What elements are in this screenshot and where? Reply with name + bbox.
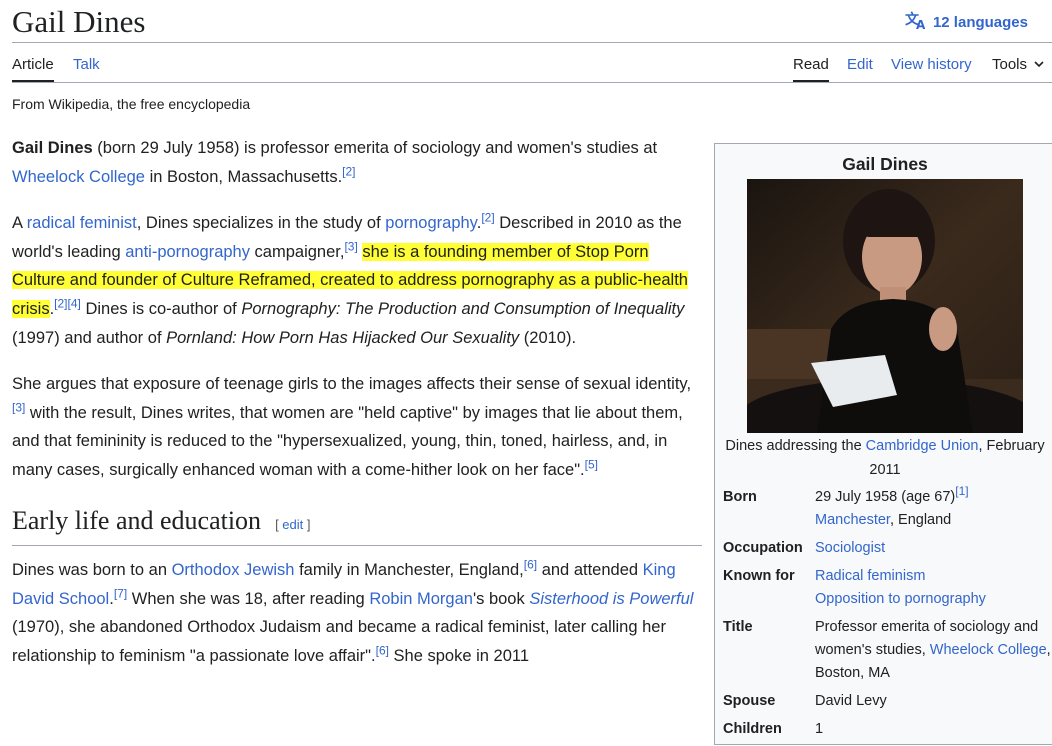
- link-anti-pornography[interactable]: anti-pornography: [125, 243, 250, 261]
- languages-label: 12 languages: [932, 13, 1028, 31]
- infobox-value: Professor emerita of sociology and women…: [815, 619, 1051, 681]
- link-sisterhood-is-powerful[interactable]: Sisterhood is Powerful: [529, 590, 693, 608]
- link-radical-feminism[interactable]: Radical feminism: [815, 568, 925, 584]
- infobox-row-spouse: Spouse David Levy: [723, 690, 1052, 718]
- section-edit-link[interactable]: edit: [282, 517, 303, 532]
- subject-name: Gail Dines: [12, 139, 93, 157]
- ref-link[interactable]: [1]: [955, 484, 968, 498]
- link-opposition-to-pornography[interactable]: Opposition to pornography: [815, 591, 986, 607]
- infobox-value: 29 July 1958 (age 67)[1] Manchester, Engl…: [815, 484, 969, 528]
- book-title: Pornography: The Production and Consumpt…: [241, 299, 685, 318]
- infobox-row-title: Title Professor emerita of sociology and…: [723, 616, 1052, 690]
- paragraph-arguments: She argues that exposure of teenage girl…: [12, 375, 692, 479]
- chevron-down-icon: [1033, 56, 1045, 73]
- infobox-label: Title: [723, 619, 753, 635]
- infobox-table: Born 29 July 1958 (age 67)[1] Manchester,…: [723, 484, 1052, 746]
- link-cambridge-union[interactable]: Cambridge Union: [866, 438, 979, 454]
- paragraph-early-life: Dines was born to an Orthodox Jewish fam…: [12, 557, 694, 665]
- infobox-value: David Levy: [815, 693, 887, 709]
- infobox-label: Spouse: [723, 693, 776, 709]
- ref-link[interactable]: [6]: [524, 558, 537, 572]
- book-title: Pornland: How Porn Has Hijacked Our Sexu…: [166, 328, 520, 347]
- tagline: From Wikipedia, the free encyclopedia: [12, 96, 251, 112]
- infobox-label: Known for: [723, 568, 795, 584]
- infobox-row-born: Born 29 July 1958 (age 67)[1] Manchester,…: [723, 484, 1052, 537]
- infobox-label: Born: [723, 489, 757, 505]
- infobox-value: Radical feminism Opposition to pornograph…: [815, 565, 1052, 616]
- infobox-label: Children: [723, 721, 782, 737]
- tab-bar: Article Talk Read Edit View history Tool…: [12, 44, 1052, 83]
- ref-link[interactable]: [2]: [54, 296, 67, 310]
- link-manchester[interactable]: Manchester: [815, 512, 890, 528]
- article-body: Gail Dines (born 29 July 1958) is profes…: [12, 134, 702, 689]
- link-robin-morgan[interactable]: Robin Morgan: [369, 590, 473, 608]
- paragraph-intro: Gail Dines (born 29 July 1958) is profes…: [12, 139, 658, 186]
- section-edit: [ edit ]: [275, 516, 311, 532]
- languages-button[interactable]: 文A 12 languages: [905, 10, 1028, 34]
- link-wheelock-college[interactable]: Wheelock College: [12, 168, 145, 186]
- ref-link[interactable]: [5]: [585, 457, 598, 471]
- page-title: Gail Dines: [12, 4, 146, 39]
- link-sociologist[interactable]: Sociologist: [815, 540, 885, 556]
- tab-read[interactable]: Read: [793, 56, 829, 82]
- tab-article[interactable]: Article: [12, 56, 54, 82]
- tab-talk[interactable]: Talk: [73, 56, 100, 73]
- tab-edit[interactable]: Edit: [847, 56, 873, 73]
- link-radical-feminist[interactable]: radical feminist: [27, 214, 137, 232]
- infobox-value: Sociologist: [815, 537, 1052, 565]
- ref-link[interactable]: [2]: [342, 164, 355, 178]
- title-bar: Gail Dines 文A 12 languages: [12, 0, 1052, 43]
- image-caption: Dines addressing the Cambridge Union, Fe…: [725, 438, 1045, 478]
- section-title: Early life and education: [12, 505, 262, 535]
- link-pornography[interactable]: pornography: [385, 214, 476, 232]
- tools-label: Tools: [992, 56, 1028, 73]
- infobox-value: 1: [815, 721, 824, 737]
- link-wheelock-college[interactable]: Wheelock College: [930, 642, 1047, 658]
- svg-text:A: A: [916, 18, 926, 30]
- portrait-photo[interactable]: [737, 179, 1037, 459]
- infobox-label: Occupation: [723, 540, 803, 556]
- ref-link[interactable]: [6]: [376, 643, 389, 657]
- ref-link[interactable]: [2]: [481, 211, 494, 225]
- tab-view-history[interactable]: View history: [891, 56, 972, 73]
- tools-menu[interactable]: Tools: [992, 56, 1045, 73]
- section-heading: Early life and education [ edit ]: [12, 505, 702, 547]
- infobox-row-occupation: Occupation Sociologist: [723, 537, 1052, 565]
- ref-link[interactable]: [4]: [68, 296, 81, 310]
- infobox-row-children: Children 1: [723, 718, 1052, 746]
- ref-link[interactable]: [3]: [344, 239, 357, 253]
- paragraph-overview: A radical feminist, Dines specializes in…: [12, 210, 688, 347]
- infobox-row-known-for: Known for Radical feminism Opposition to …: [723, 565, 1052, 616]
- translate-icon: 文A: [905, 10, 927, 34]
- infobox: Gail Dines Dines addressing the Cambridg…: [714, 143, 1052, 745]
- infobox-title: Gail Dines: [842, 154, 928, 174]
- link-orthodox-jewish[interactable]: Orthodox Jewish: [172, 561, 295, 579]
- ref-link[interactable]: [7]: [114, 586, 127, 600]
- ref-link[interactable]: [3]: [12, 400, 25, 414]
